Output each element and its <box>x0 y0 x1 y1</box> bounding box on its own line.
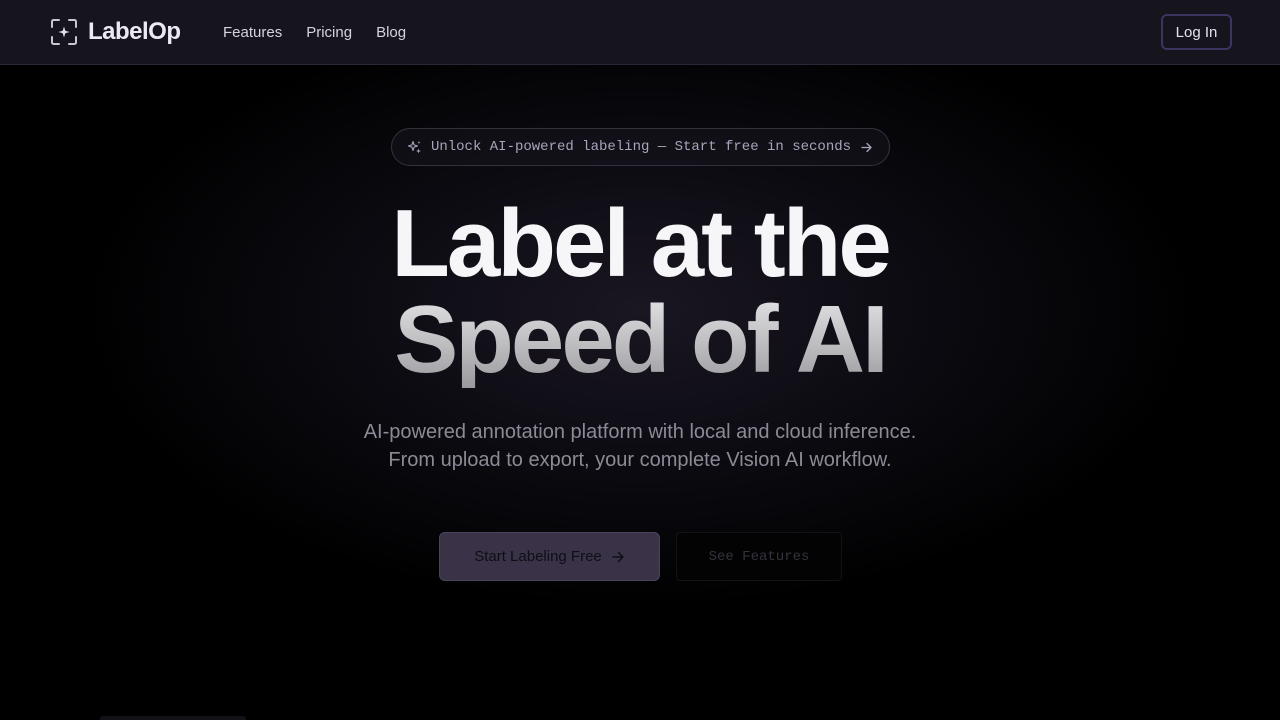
top-navbar: LabelOp Features Pricing Blog Log In <box>0 0 1280 65</box>
announcement-pill[interactable]: Unlock AI-powered labeling — Start free … <box>391 128 890 166</box>
see-features-button[interactable]: See Features <box>676 532 842 581</box>
nav-links: Features Pricing Blog <box>223 21 406 43</box>
start-labeling-button[interactable]: Start Labeling Free <box>439 532 660 581</box>
subtitle-line-2: From upload to export, your complete Vis… <box>388 449 892 471</box>
announcement-text: Unlock AI-powered labeling — Start free … <box>430 139 852 155</box>
subtitle-line-1: AI-powered annotation platform with loca… <box>363 421 917 443</box>
sparkles-icon <box>407 140 421 154</box>
login-button[interactable]: Log In <box>1161 14 1232 50</box>
arrow-right-icon <box>612 551 624 562</box>
hero-headline: Label at the Speed of AI <box>0 196 1280 388</box>
bottom-edge-element <box>100 716 246 720</box>
nav-link-pricing[interactable]: Pricing <box>306 24 352 41</box>
focus-frame-icon <box>51 19 77 45</box>
landing-page: LabelOp Features Pricing Blog Log In Unl… <box>0 0 1280 720</box>
brand-name: LabelOp <box>88 18 181 45</box>
headline-line-2: Speed of AI <box>0 292 1280 388</box>
brand-logo-link[interactable]: LabelOp <box>50 18 181 46</box>
nav-link-features[interactable]: Features <box>223 24 282 41</box>
nav-link-blog[interactable]: Blog <box>376 24 406 41</box>
hero-subtitle: AI-powered annotation platform with loca… <box>0 418 1280 474</box>
arrow-right-icon <box>861 142 872 152</box>
start-labeling-label: Start Labeling Free <box>474 548 602 565</box>
headline-line-1: Label at the <box>391 190 891 297</box>
cta-row: Start Labeling Free See Features <box>439 532 842 581</box>
